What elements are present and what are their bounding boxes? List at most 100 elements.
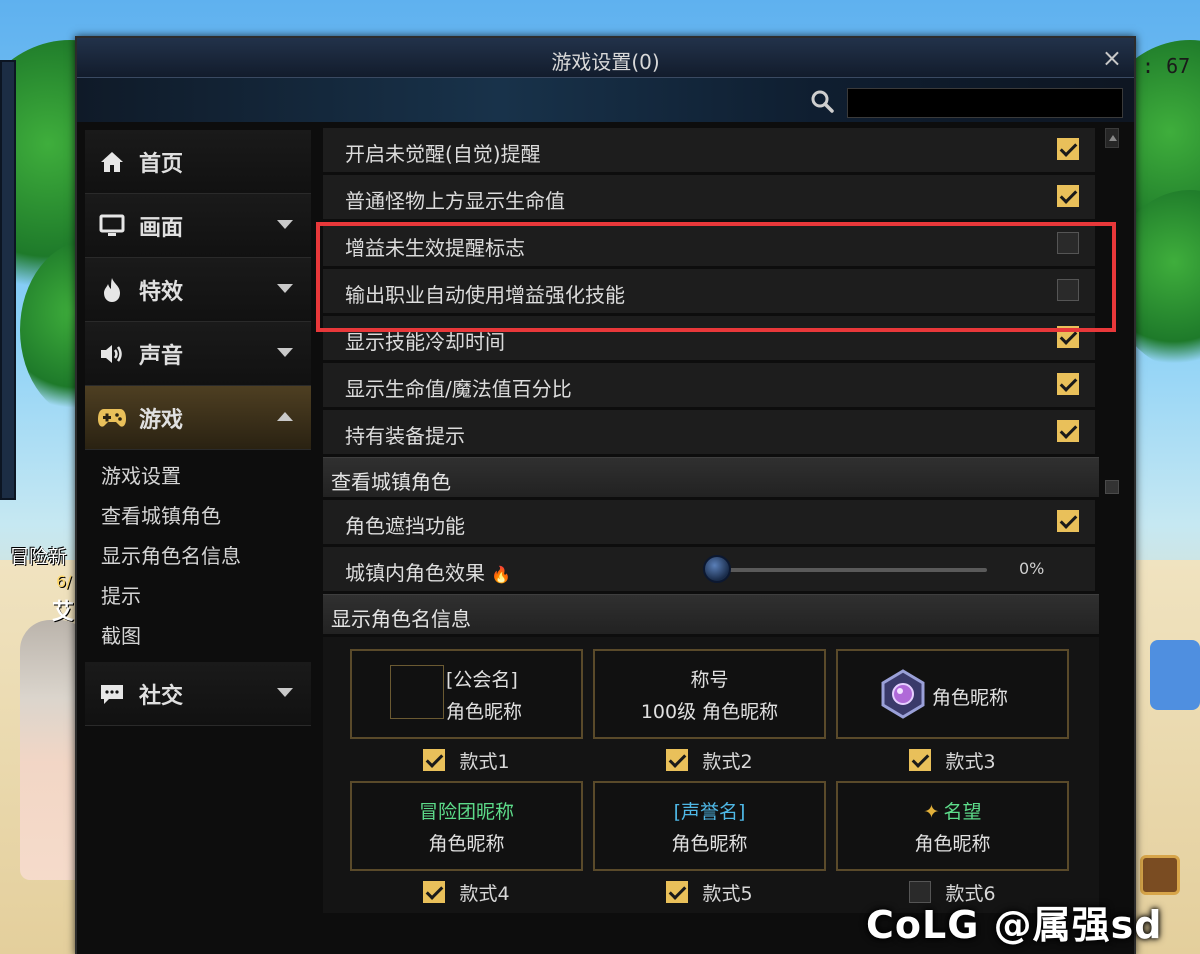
guild-emblem-placeholder (390, 665, 444, 719)
scrollbar[interactable] (1105, 128, 1119, 954)
sidebar-item-label: 游戏 (139, 406, 184, 433)
rank-badge-icon (881, 669, 925, 719)
title-bar[interactable]: 游戏设置(0) × (77, 38, 1134, 78)
npc-object (1150, 640, 1200, 710)
card-line2: 100级 角色昵称 (640, 701, 779, 723)
chevron-down-icon (277, 220, 293, 229)
search-input[interactable] (847, 88, 1123, 118)
setting-checkbox[interactable] (1057, 185, 1079, 207)
style-label: 款式1 (459, 750, 510, 773)
hud-timer: : 67 (1142, 54, 1191, 78)
style-option: [公会名] 角色昵称 款式1 (350, 649, 583, 781)
sidebar-item-label: 社交 (139, 682, 184, 709)
scroll-up-button[interactable] (1105, 128, 1119, 148)
game-settings-window: 游戏设置(0) × 首页 画面 特效 声音 游戏 游戏设置 查看城镇角色 显示角… (75, 36, 1136, 954)
subnav-item-name-display[interactable]: 显示角色名信息 (101, 536, 311, 576)
search-icon[interactable] (809, 88, 835, 114)
subnav-item-screenshot[interactable]: 截图 (101, 616, 311, 656)
sidebar-item-social[interactable]: 社交 (85, 662, 311, 726)
card-line1: ✦ 名望 (838, 797, 1067, 824)
setting-checkbox[interactable] (1057, 373, 1079, 395)
style-option: 冒险团昵称 角色昵称 款式4 (350, 781, 583, 913)
subnav-item-tips[interactable]: 提示 (101, 576, 311, 616)
card-line2: 角色昵称 (914, 833, 991, 855)
section-header-names: 显示角色名信息 (323, 594, 1099, 634)
setting-checkbox[interactable] (1057, 232, 1079, 254)
setting-row: 普通怪物上方显示生命值 (323, 175, 1095, 219)
style-select[interactable]: 款式5 (593, 871, 826, 913)
setting-label: 开启未觉醒(自觉)提醒 (345, 142, 541, 166)
hud-player-name: 冒险新 (10, 546, 68, 568)
style-checkbox[interactable] (909, 749, 932, 771)
slider-value: 0% (1019, 559, 1045, 578)
setting-row: 持有装备提示 (323, 410, 1095, 454)
section-header-town: 查看城镇角色 (323, 457, 1099, 497)
style-checkbox[interactable] (666, 881, 689, 903)
setting-label: 输出职业自动使用增益强化技能 (345, 283, 625, 307)
style-card[interactable]: ✦ 名望 角色昵称 (836, 781, 1069, 871)
scroll-thumb[interactable] (1105, 480, 1119, 494)
settings-sidebar: 首页 画面 特效 声音 游戏 游戏设置 查看城镇角色 显示角色名信息 提示 截图… (85, 122, 311, 954)
sidebar-item-effects[interactable]: 特效 (85, 258, 311, 322)
style-select[interactable]: 款式4 (350, 871, 583, 913)
renown-label: 名望 (943, 801, 982, 823)
style-select[interactable]: 款式2 (593, 739, 826, 781)
setting-label: 显示技能冷却时间 (345, 330, 505, 354)
section-title: 查看城镇角色 (331, 470, 451, 494)
setting-checkbox[interactable] (1057, 510, 1079, 532)
speaker-icon (97, 339, 127, 369)
style-checkbox[interactable] (423, 881, 446, 903)
setting-label: 角色遮挡功能 (345, 514, 465, 538)
slider-track[interactable] (711, 568, 987, 572)
style-select[interactable]: 款式3 (836, 739, 1069, 781)
setting-row: 显示技能冷却时间 (323, 316, 1095, 360)
card-line2: 角色昵称 (671, 833, 748, 855)
style-card[interactable]: [公会名] 角色昵称 (350, 649, 583, 739)
game-subnav: 游戏设置 查看城镇角色 显示角色名信息 提示 截图 (85, 450, 311, 662)
card-line2: 角色昵称 (446, 701, 523, 723)
subnav-item-town-characters[interactable]: 查看城镇角色 (101, 496, 311, 536)
subnav-item-game-settings[interactable]: 游戏设置 (101, 456, 311, 496)
style-checkbox[interactable] (423, 749, 446, 771)
setting-label: 显示生命值/魔法值百分比 (345, 377, 572, 401)
chevron-down-icon (277, 284, 293, 293)
card-line2: 角色昵称 (428, 833, 505, 855)
sidebar-item-label: 声音 (139, 342, 184, 369)
setting-checkbox[interactable] (1057, 279, 1079, 301)
slider-handle[interactable] (703, 555, 731, 583)
style-label: 款式2 (702, 750, 753, 773)
cards-row: [公会名] 角色昵称 款式1 称号 100级 角色昵称 款式2 角色昵称 款式3 (350, 649, 1099, 781)
sidebar-item-display[interactable]: 画面 (85, 194, 311, 258)
style-card[interactable]: 角色昵称 (836, 649, 1069, 739)
setting-row: 显示生命值/魔法值百分比 (323, 363, 1095, 407)
setting-checkbox[interactable] (1057, 420, 1079, 442)
chevron-up-icon (277, 412, 293, 421)
sidebar-item-label: 特效 (139, 278, 184, 305)
card-line1: [公会名] (446, 669, 518, 691)
home-icon (97, 147, 127, 177)
town-effect-label: 城镇内角色效果 (345, 561, 485, 585)
style-card[interactable]: 称号 100级 角色昵称 (593, 649, 826, 739)
style-card[interactable]: 冒险团昵称 角色昵称 (350, 781, 583, 871)
card-line1: 称号 (690, 669, 729, 691)
setting-checkbox[interactable] (1057, 326, 1079, 348)
style-card[interactable]: [声誉名] 角色昵称 (593, 781, 826, 871)
style-select[interactable]: 款式1 (350, 739, 583, 781)
setting-row: 角色遮挡功能 (323, 500, 1095, 544)
sidebar-item-game[interactable]: 游戏 (85, 386, 311, 450)
sidebar-item-sound[interactable]: 声音 (85, 322, 311, 386)
renown-icon: ✦ (923, 801, 940, 823)
settings-content: 开启未觉醒(自觉)提醒 普通怪物上方显示生命值 增益未生效提醒标志 输出职业自动… (323, 128, 1099, 954)
treasure-chest-icon[interactable] (1140, 855, 1180, 895)
style-label: 款式4 (459, 882, 510, 905)
close-button[interactable]: × (1102, 44, 1122, 72)
style-label: 款式3 (945, 750, 996, 773)
sidebar-item-home[interactable]: 首页 (85, 130, 311, 194)
chat-icon (97, 679, 127, 709)
flame-icon (97, 275, 127, 305)
setting-row-slider: 城镇内角色效果 🔥 0% (323, 547, 1095, 591)
setting-checkbox[interactable] (1057, 138, 1079, 160)
style-checkbox[interactable] (666, 749, 689, 771)
setting-label: 持有装备提示 (345, 424, 465, 448)
card-line1: 角色昵称 (932, 687, 1009, 709)
